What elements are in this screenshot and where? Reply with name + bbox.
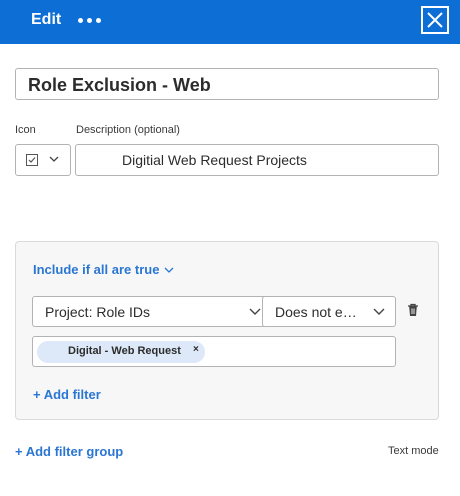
filter-value-input[interactable]: Digital - Web Request × <box>32 336 396 367</box>
chevron-down-icon <box>49 156 59 162</box>
filter-group: Include if all are true Project: Role ID… <box>15 241 439 420</box>
text-mode-link[interactable]: Text mode <box>388 445 439 457</box>
description-input[interactable]: Digitial Web Request Projects <box>75 144 439 176</box>
filter-operator-value: Does not e… <box>275 304 357 320</box>
filter-field-value: Project: Role IDs <box>45 304 151 320</box>
filter-operator-select[interactable]: Does not e… <box>262 296 396 327</box>
value-tag: Digital - Web Request × <box>37 341 205 363</box>
name-input[interactable]: Role Exclusion - Web <box>15 68 439 100</box>
tag-remove-icon[interactable]: × <box>193 344 199 355</box>
include-condition-toggle[interactable]: Include if all are true <box>33 262 174 277</box>
icon-picker[interactable] <box>15 144 71 176</box>
add-filter-button[interactable]: + Add filter <box>33 387 101 402</box>
chevron-down-icon <box>249 308 261 315</box>
filter-field-select[interactable]: Project: Role IDs <box>32 296 272 327</box>
close-icon <box>427 12 443 28</box>
trash-icon[interactable] <box>407 303 419 317</box>
description-label: Description (optional) <box>76 124 180 136</box>
checkbox-icon <box>26 154 38 166</box>
value-tag-label: Digital - Web Request <box>68 345 181 357</box>
chevron-down-icon <box>164 267 174 273</box>
icon-label: Icon <box>15 124 36 136</box>
header-title: Edit <box>31 11 62 28</box>
close-button[interactable] <box>421 6 449 34</box>
add-filter-group-button[interactable]: + Add filter group <box>15 444 123 459</box>
header-bar: Edit <box>0 0 460 44</box>
chevron-down-icon <box>373 308 385 315</box>
include-condition-label: Include if all are true <box>33 262 160 277</box>
more-horizontal-icon[interactable] <box>78 13 102 27</box>
